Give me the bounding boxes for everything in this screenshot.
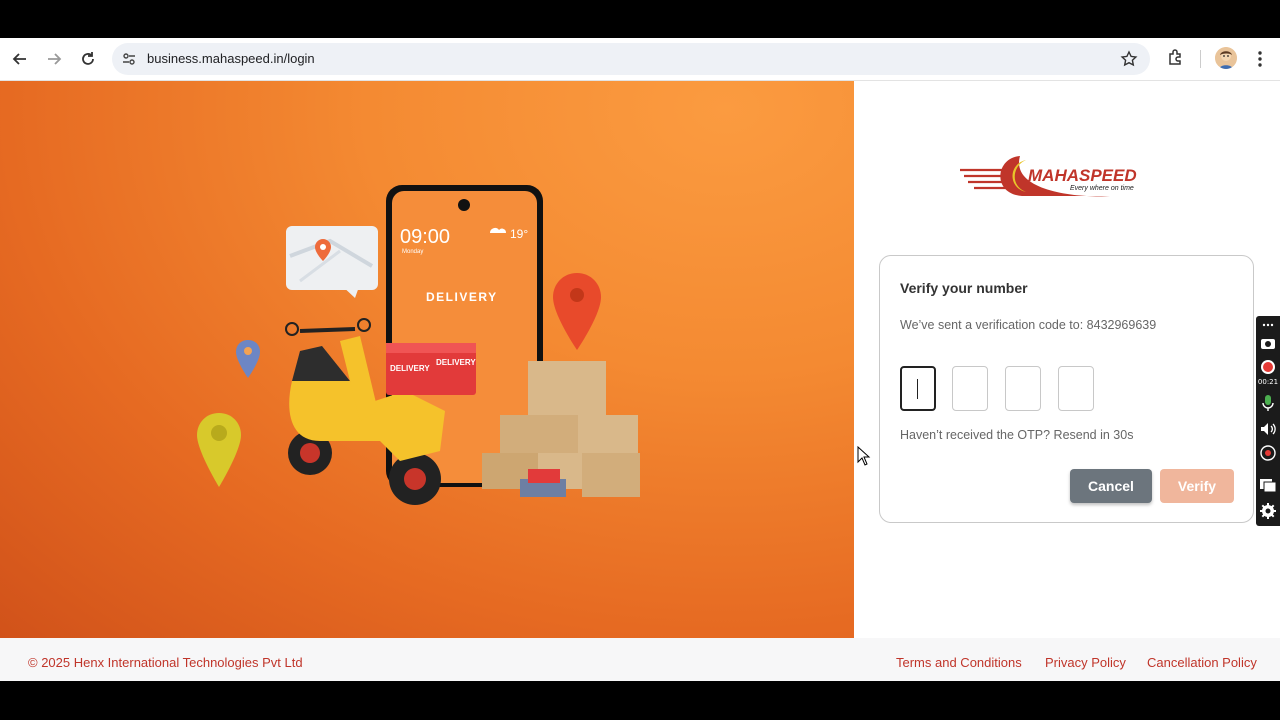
speaker-icon[interactable] (1259, 420, 1277, 438)
delivery-illustration-panel: 09:00 Monday 19° DELIVERY DELIVERY DELIV… (0, 81, 854, 638)
top-black-bar (0, 0, 1280, 38)
phone-temperature: 19° (510, 227, 528, 241)
blue-location-pin-icon (236, 340, 260, 378)
terms-link[interactable]: Terms and Conditions (896, 655, 1022, 670)
recording-timer: 00:21 (1257, 378, 1279, 386)
svg-text:MAHASPEED: MAHASPEED (1028, 166, 1137, 185)
mahaspeed-logo: MAHASPEED Every where on time (960, 150, 1150, 202)
screen-overlay-icon[interactable] (1259, 476, 1277, 494)
back-icon[interactable] (8, 47, 32, 71)
box-delivery-label-1: DELIVERY (390, 364, 430, 373)
otp-digit-4[interactable] (1058, 366, 1094, 411)
otp-digit-3[interactable] (1005, 366, 1041, 411)
extensions-icon[interactable] (1166, 47, 1186, 67)
url-text[interactable]: business.mahaspeed.in/login (147, 51, 315, 66)
verify-otp-dialog: Verify your number We’ve sent a verifica… (879, 255, 1254, 523)
text-caret (917, 379, 918, 399)
page-footer: © 2025 Henx International Technologies P… (0, 638, 1280, 681)
reload-icon[interactable] (76, 47, 100, 71)
delivery-illustration: 09:00 Monday 19° DELIVERY DELIVERY DELIV… (197, 185, 640, 505)
otp-digit-1[interactable] (900, 366, 936, 411)
more-menu-icon[interactable] (1250, 48, 1270, 70)
dialog-title: Verify your number (900, 280, 1028, 296)
cancellation-policy-link[interactable]: Cancellation Policy (1147, 655, 1257, 670)
site-settings-icon[interactable] (121, 51, 137, 67)
profile-avatar[interactable] (1215, 47, 1237, 69)
otp-digit-2[interactable] (952, 366, 988, 411)
microphone-icon[interactable] (1259, 394, 1277, 412)
bookmark-star-icon[interactable] (1120, 50, 1138, 68)
box-delivery-label-2: DELIVERY (436, 358, 476, 367)
browser-toolbar: business.mahaspeed.in/login (0, 38, 1280, 81)
phone-day: Monday (402, 249, 423, 255)
screen-recorder-toolbar: 00:21 (1256, 316, 1280, 526)
phone-delivery-label: DELIVERY (426, 290, 498, 304)
privacy-policy-link[interactable]: Privacy Policy (1045, 655, 1126, 670)
bottom-black-bar (0, 681, 1280, 720)
mouse-cursor-icon (857, 445, 871, 466)
record-icon[interactable] (1259, 358, 1277, 376)
forward-icon[interactable] (42, 47, 66, 71)
address-bar[interactable]: business.mahaspeed.in/login (112, 43, 1150, 75)
cursor-highlight-icon[interactable] (1259, 444, 1277, 462)
svg-text:Every where on time: Every where on time (1070, 185, 1134, 192)
verify-button[interactable]: Verify (1160, 469, 1234, 503)
resend-otp-text: Haven’t received the OTP? Resend in 30s (900, 428, 1134, 442)
yellow-location-pin-icon (197, 413, 241, 487)
red-location-pin-icon (553, 273, 601, 350)
settings-gear-icon[interactable] (1259, 502, 1277, 520)
toolbar-divider (1200, 50, 1201, 68)
cancel-button[interactable]: Cancel (1070, 469, 1152, 503)
camera-icon[interactable] (1259, 334, 1277, 352)
copyright-text: © 2025 Henx International Technologies P… (28, 655, 303, 670)
phone-time: 09:00 (400, 226, 450, 248)
map-card-icon (286, 226, 378, 298)
dialog-subtitle: We’ve sent a verification code to: 84329… (900, 318, 1157, 332)
